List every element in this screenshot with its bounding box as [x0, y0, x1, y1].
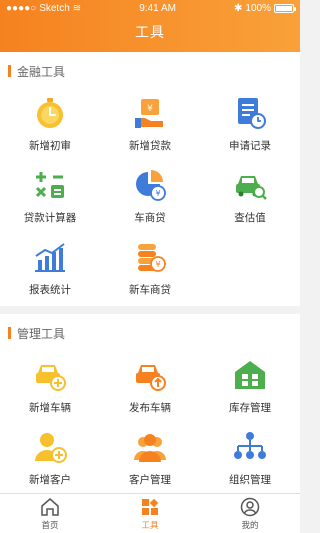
car-search-icon	[236, 176, 267, 200]
tool-label: 新增初审	[29, 140, 71, 152]
tool-inventory-management[interactable]: 库存管理	[200, 352, 300, 424]
user-add-icon	[35, 433, 67, 463]
section-accent-bar	[8, 327, 11, 339]
bluetooth-icon: ✱	[234, 2, 243, 14]
tool-dealer-loan[interactable]: ¥ 车商贷	[100, 162, 200, 234]
tools-grid-icon	[142, 498, 159, 515]
tool-label: 新增贷款	[129, 140, 171, 152]
calculator-icon	[35, 172, 64, 198]
top-header: ●●●●○ Sketch ≋ 9:41 AM ✱ 100% 工具	[0, 0, 300, 52]
management-tools-section: 管理工具 新增车辆 发布车辆 库存管理 新增客户 客户管理 组织管理	[0, 314, 300, 493]
tool-label: 库存管理	[229, 402, 271, 414]
section-accent-bar	[8, 65, 11, 77]
signal-icon: ●●●●○	[6, 2, 37, 14]
bar-chart-icon	[35, 243, 65, 272]
svg-text:¥: ¥	[155, 260, 160, 269]
tab-profile[interactable]: 我的	[200, 494, 300, 533]
tools-content: 金融工具 新增初审 ¥ 新增贷款 申请记录 贷款计算器 ¥ 车商贷 查估值 报表…	[0, 52, 300, 493]
tool-label: 发布车辆	[129, 402, 171, 414]
status-bar: ●●●●○ Sketch ≋ 9:41 AM ✱ 100%	[0, 0, 300, 16]
tool-organization-management[interactable]: 组织管理	[200, 424, 300, 493]
tool-loan-calculator[interactable]: 贷款计算器	[0, 162, 100, 234]
svg-text:¥: ¥	[147, 104, 153, 114]
org-chart-icon	[234, 432, 266, 459]
tool-publish-vehicle[interactable]: 发布车辆	[100, 352, 200, 424]
tool-label: 报表统计	[29, 284, 71, 296]
page-title: 工具	[135, 24, 165, 40]
tool-report-statistics[interactable]: 报表统计	[0, 234, 100, 306]
tab-tools[interactable]: 工具	[100, 494, 200, 533]
car-publish-icon	[136, 365, 166, 391]
tool-new-car-dealer-loan[interactable]: ¥ 新车商贷	[100, 234, 200, 306]
section-title: 金融工具	[17, 64, 66, 79]
tab-label: 工具	[141, 519, 159, 530]
coin-stack-icon: ¥	[138, 244, 166, 272]
tool-add-customer[interactable]: 新增客户	[0, 424, 100, 493]
users-icon	[134, 434, 166, 462]
wifi-icon: ≋	[72, 2, 82, 14]
carrier-label: Sketch	[39, 2, 70, 14]
tool-customer-management[interactable]: 客户管理	[100, 424, 200, 493]
tool-label: 组织管理	[229, 474, 271, 486]
tool-label: 查估值	[234, 212, 266, 224]
profile-icon	[240, 497, 260, 516]
warehouse-icon	[235, 361, 265, 389]
tool-new-loan[interactable]: ¥ 新增贷款	[100, 90, 200, 162]
svg-text:¥: ¥	[155, 189, 160, 198]
money-hand-icon: ¥	[135, 99, 163, 128]
bottom-tab-bar: 首页 工具 我的	[0, 493, 300, 533]
tool-label: 贷款计算器	[23, 212, 77, 224]
tool-application-records[interactable]: 申请记录	[200, 90, 300, 162]
tab-home[interactable]: 首页	[0, 494, 100, 533]
tool-valuation-check[interactable]: 查估值	[200, 162, 300, 234]
tool-label: 新增客户	[29, 474, 71, 486]
document-clock-icon	[238, 98, 266, 129]
tool-new-preliminary-review[interactable]: 新增初审	[0, 90, 100, 162]
tool-label: 申请记录	[229, 140, 271, 152]
section-header: 管理工具	[0, 314, 300, 352]
finance-tools-section: 金融工具 新增初审 ¥ 新增贷款 申请记录 贷款计算器 ¥ 车商贷 查估值 报表…	[0, 52, 300, 306]
car-add-icon	[36, 365, 66, 391]
pie-yen-icon: ¥	[136, 170, 166, 201]
tool-label: 客户管理	[129, 474, 171, 486]
battery-icon	[274, 3, 296, 13]
clock-label: 9:41 AM	[139, 2, 176, 14]
tool-label: 新车商贷	[129, 284, 171, 296]
battery-label: 100%	[245, 2, 271, 14]
section-header: 金融工具	[0, 52, 300, 90]
tool-label: 车商贷	[134, 212, 166, 224]
section-title: 管理工具	[17, 326, 66, 341]
tab-label: 我的	[241, 519, 259, 530]
tool-add-vehicle[interactable]: 新增车辆	[0, 352, 100, 424]
tab-label: 首页	[41, 519, 59, 530]
home-icon	[41, 497, 59, 516]
tool-label: 新增车辆	[29, 402, 71, 414]
stopwatch-icon	[37, 98, 63, 128]
